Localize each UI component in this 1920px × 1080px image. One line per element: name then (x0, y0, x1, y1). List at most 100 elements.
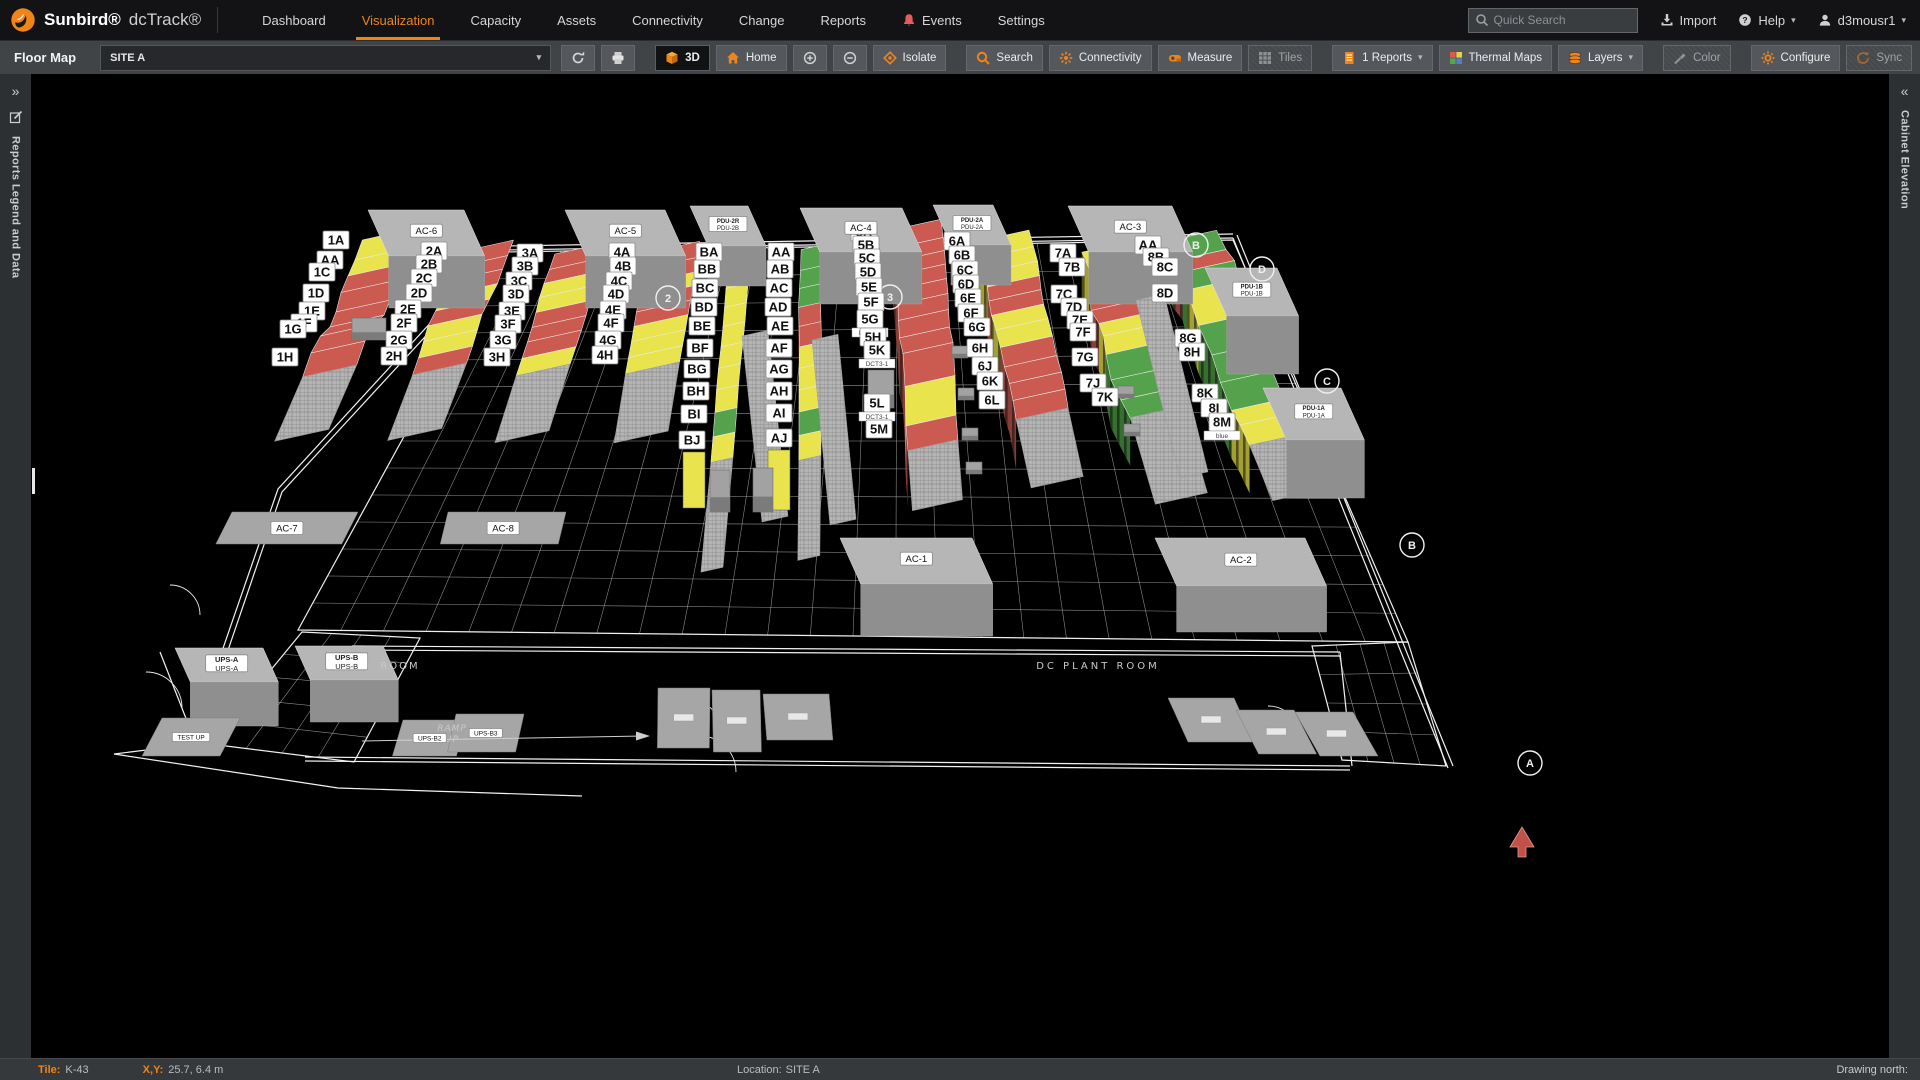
label-chip-7b[interactable]: 7B (1059, 258, 1085, 276)
label-chip-aa[interactable]: AA (768, 243, 794, 261)
label-chip-3h[interactable]: 3H (484, 348, 510, 366)
measure-button[interactable]: Measure (1158, 45, 1243, 71)
label-chip-ups-a[interactable]: UPS-AUPS-A (206, 655, 248, 673)
label-chip-ac-2[interactable]: AC-2 (1225, 553, 1257, 566)
label-chip-ag[interactable]: AG (766, 360, 792, 378)
label-chip-ba[interactable]: BA (696, 243, 722, 261)
nav-item-reports[interactable]: Reports (820, 0, 866, 40)
quick-search-input[interactable] (1494, 13, 1631, 27)
scrollbar-nub[interactable] (32, 468, 35, 494)
label-chip-ah[interactable]: AH (766, 382, 792, 400)
label-chip-ac-5[interactable]: AC-5 (609, 224, 641, 237)
label-chip-ad[interactable]: AD (765, 298, 791, 316)
label-chip-ai[interactable]: AI (766, 404, 792, 422)
quick-search[interactable] (1468, 8, 1638, 33)
label-chip-7g[interactable]: 7G (1072, 348, 1098, 366)
expand-panel-icon[interactable]: » (12, 84, 20, 98)
label-chip-ac-1[interactable]: AC-1 (900, 552, 932, 565)
label-chip-8h[interactable]: 8H (1179, 343, 1205, 361)
label-chip-4f[interactable]: 4F (598, 314, 624, 332)
label-chip-1g[interactable]: 1G (280, 320, 306, 338)
label-chip-ac[interactable]: AC (766, 279, 792, 297)
label-chip-bf[interactable]: BF (687, 339, 713, 357)
label-chip-pdu-2a[interactable]: PDU-2APDU-2A (953, 216, 991, 232)
label-chip-6h[interactable]: 6H (967, 339, 993, 357)
label-chip-ac-6[interactable]: AC-6 (410, 224, 442, 237)
label-chip-ac-3[interactable]: AC-3 (1114, 220, 1146, 233)
label-chip-pdu-1b[interactable]: PDU-1BPDU-1B (1233, 282, 1271, 298)
site-selector[interactable]: SITE A ▾ (100, 45, 551, 71)
label-chip-1d[interactable]: 1D (303, 284, 329, 302)
label-chip-bd[interactable]: BD (691, 298, 717, 316)
label-chip-af[interactable]: AF (766, 339, 792, 357)
label-chip-1a[interactable]: 1A (323, 231, 349, 249)
isolate-button[interactable]: Isolate (873, 45, 947, 71)
label-chip-2f[interactable]: 2F (391, 314, 417, 332)
label-chip-pdu-1a[interactable]: PDU-1APDU-1A (1295, 404, 1333, 420)
label-chip-bg[interactable]: BG (684, 360, 710, 378)
label-chip-ae[interactable]: AE (767, 317, 793, 335)
unit-ac-2[interactable] (1155, 538, 1327, 632)
label-chip-7k[interactable]: 7K (1092, 388, 1118, 406)
print-button[interactable] (601, 45, 635, 71)
label-chip-pdu-2r[interactable]: PDU-2RPDU-2B (709, 217, 747, 233)
label-chip-5k[interactable]: 5KDCT3-1 (859, 341, 895, 368)
configure-button[interactable]: Configure (1751, 45, 1841, 71)
refresh-button[interactable] (561, 45, 595, 71)
label-chip-bi[interactable]: BI (681, 405, 707, 423)
label-chip-6l[interactable]: 6L (979, 391, 1005, 409)
connectivity-button[interactable]: Connectivity (1049, 45, 1152, 71)
label-chip-3d[interactable]: 3D (503, 285, 529, 303)
label-chip-ab[interactable]: AB (767, 260, 793, 278)
label-chip-bh[interactable]: BH (683, 382, 709, 400)
label-chip-test-up[interactable]: TEST UP (172, 733, 209, 742)
user-menu[interactable]: d3mousr1▾ (1818, 13, 1906, 28)
label-chip-bj[interactable]: BJ (679, 431, 705, 449)
import-menu[interactable]: Import (1660, 13, 1717, 28)
label-chip-4h[interactable]: 4H (592, 346, 618, 364)
label-chip-3f[interactable]: 3F (495, 315, 521, 333)
home-button[interactable]: Home (716, 45, 787, 71)
label-chip-8d[interactable]: 8D (1152, 284, 1178, 302)
mode-3d-button[interactable]: 3D (655, 45, 710, 71)
label-chip-ac-7[interactable]: AC-7 (271, 522, 303, 535)
nav-item-change[interactable]: Change (739, 0, 785, 40)
label-chip-6g[interactable]: 6G (964, 318, 990, 336)
label-chip-5m[interactable]: 5M (866, 420, 892, 438)
collapse-panel-icon[interactable]: « (1901, 84, 1909, 98)
label-chip-be[interactable]: BE (689, 317, 715, 335)
reports-button[interactable]: 1 Reports▾ (1332, 45, 1432, 71)
label-chip-3g[interactable]: 3G (490, 331, 516, 349)
label-chip-ups-b2[interactable]: UPS-B2 (413, 734, 446, 743)
label-chip-ups-b3[interactable]: UPS-B3 (469, 729, 502, 738)
thermal-button[interactable]: Thermal Maps (1439, 45, 1553, 71)
label-chip-5l[interactable]: 5LDCT3-1 (859, 394, 895, 421)
label-chip-4d[interactable]: 4D (603, 285, 629, 303)
nav-item-dashboard[interactable]: Dashboard (262, 0, 326, 40)
nav-item-settings[interactable]: Settings (998, 0, 1045, 40)
label-chip-ups-b[interactable]: UPS-BUPS-B (326, 653, 368, 671)
legend-edit-icon[interactable] (9, 110, 23, 124)
label-chip-5f[interactable]: 5F (858, 293, 884, 311)
label-chip-8m[interactable]: 8Mblue (1204, 413, 1240, 440)
nav-item-capacity[interactable]: Capacity (470, 0, 521, 40)
label-chip-6k[interactable]: 6K (977, 372, 1003, 390)
zoom-out-button[interactable] (833, 45, 867, 71)
label-chip-2d[interactable]: 2D (406, 284, 432, 302)
label-chip-ac-4[interactable]: AC-4 (845, 221, 877, 234)
search-button[interactable]: Search (966, 45, 1042, 71)
nav-item-assets[interactable]: Assets (557, 0, 596, 40)
label-chip-ac-8[interactable]: AC-8 (487, 522, 519, 535)
nav-item-events[interactable]: Events (902, 0, 962, 40)
label-chip-8c[interactable]: 8C (1152, 258, 1178, 276)
label-chip-aj[interactable]: AJ (766, 429, 792, 447)
nav-item-connectivity[interactable]: Connectivity (632, 0, 703, 40)
label-chip-1h[interactable]: 1H (272, 348, 298, 366)
zoom-in-button[interactable] (793, 45, 827, 71)
left-rail-title[interactable]: Reports Legend and Data (10, 136, 22, 278)
help-menu[interactable]: ?Help▾ (1738, 13, 1795, 28)
nav-item-visualization[interactable]: Visualization (362, 0, 435, 40)
layers-button[interactable]: Layers▾ (1558, 45, 1643, 71)
right-rail-title[interactable]: Cabinet Elevation (1899, 110, 1911, 209)
label-chip-bc[interactable]: BC (692, 279, 718, 297)
